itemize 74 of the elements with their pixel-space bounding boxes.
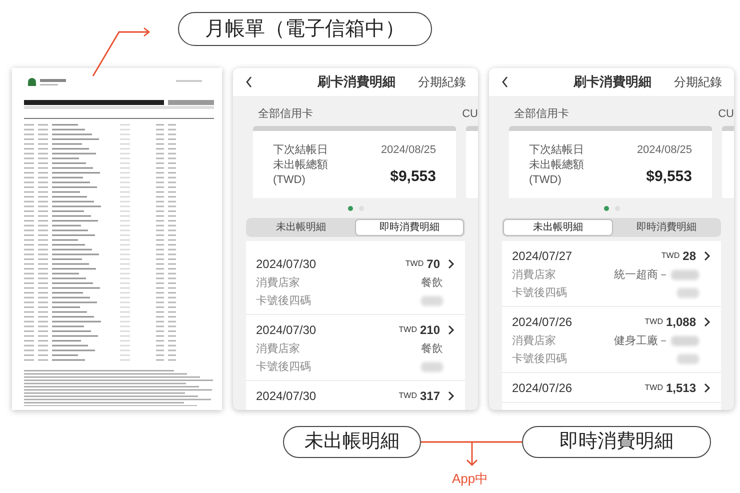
tab[interactable]: 未出帳明細	[247, 219, 354, 236]
merchant-name: 餐飲	[421, 276, 443, 290]
redacted-block	[677, 288, 699, 298]
chevron-right-icon	[447, 325, 455, 335]
installment-link[interactable]: 分期紀錄	[418, 73, 466, 91]
transaction-date: 2024/07/30	[256, 322, 316, 338]
tab[interactable]: 即時消費明細	[354, 219, 464, 236]
unbilled-amount: $9,553	[646, 167, 692, 187]
realtime-callout: 即時消費明細	[522, 426, 711, 458]
merchant-name: 統一超商－	[614, 268, 669, 282]
merchant-label: 消費店家	[512, 334, 556, 348]
card-label: CU	[718, 107, 734, 122]
transaction-date: 2024/07/26	[512, 380, 572, 396]
transaction-row[interactable]: 2024/07/30 TWD 210 消費店家 餐飲 卡號後四碼	[246, 315, 465, 381]
transaction-row[interactable]: 2024/07/26 TWD 1,088 消費店家 健身工廠－ 卡號後四碼	[502, 307, 721, 373]
transaction-row[interactable]: 2024/07/30 TWD 70 消費店家 餐飲 卡號後四碼	[246, 249, 465, 315]
tab[interactable]: 即時消費明細	[612, 219, 720, 236]
unbilled-amount-label: 未出帳總額	[529, 158, 584, 173]
currency-note: (TWD)	[529, 173, 562, 188]
unbilled-amount-label: 未出帳總額	[273, 158, 328, 173]
card-label: 全部信用卡	[514, 106, 569, 122]
transaction-amount: 210	[420, 322, 440, 338]
statement-callout: 月帳單（電子信箱中）	[178, 12, 432, 46]
installment-link[interactable]: 分期紀錄	[674, 73, 722, 91]
chevron-right-icon	[703, 383, 711, 393]
currency-code: TWD	[398, 390, 417, 402]
redacted-block	[421, 296, 443, 306]
back-icon	[245, 76, 253, 88]
currency-code: TWD	[405, 258, 424, 270]
back-icon	[501, 76, 509, 88]
closing-date-label: 下次結帳日	[529, 143, 584, 158]
card-digits-label: 卡號後四碼	[256, 360, 311, 374]
merchant-label: 消費店家	[256, 342, 300, 356]
tab[interactable]: 未出帳明細	[503, 219, 612, 236]
redacted-block	[421, 362, 443, 372]
chevron-right-icon	[703, 251, 711, 261]
closing-date: 2024/08/25	[636, 143, 692, 158]
card-label: CU	[462, 107, 478, 122]
card-digits-label: 卡號後四碼	[256, 294, 311, 308]
card-digits-label: 卡號後四碼	[512, 352, 567, 366]
transaction-date: 2024/07/30	[256, 256, 316, 272]
chevron-right-icon	[703, 317, 711, 327]
transaction-amount: 1,088	[666, 314, 696, 330]
unbilled-callout: 未出帳明細	[283, 426, 421, 458]
transaction-row[interactable]: 2024/07/27 TWD 28 消費店家 統一超商－ 卡號後四碼	[502, 241, 721, 307]
currency-code: TWD	[661, 250, 680, 262]
currency-code: TWD	[644, 316, 663, 328]
screen-title: 刷卡消費明細	[316, 73, 396, 92]
transaction-row[interactable]: 2024/07/26 TWD 1,513	[502, 373, 721, 403]
currency-code: TWD	[644, 382, 663, 394]
merchant-label: 消費店家	[256, 276, 300, 290]
currency-code: TWD	[398, 324, 417, 336]
closing-date-label: 下次結帳日	[273, 143, 328, 158]
transaction-date: 2024/07/26	[512, 314, 572, 330]
merchant-name: 餐飲	[421, 342, 443, 356]
screen-title: 刷卡消費明細	[572, 73, 652, 92]
chevron-right-icon	[447, 391, 455, 401]
card-digits-label: 卡號後四碼	[512, 286, 567, 300]
transaction-amount: 28	[682, 248, 696, 264]
transaction-date: 2024/07/27	[512, 248, 572, 264]
unbilled-amount: $9,553	[390, 167, 436, 187]
merchant-label: 消費店家	[512, 268, 556, 282]
transaction-row[interactable]: 2024/07/30 TWD 317	[246, 381, 465, 410]
redacted-block	[677, 354, 699, 364]
transaction-date: 2024/07/30	[256, 388, 316, 404]
closing-date: 2024/08/25	[380, 143, 436, 158]
transaction-amount: 70	[426, 256, 440, 272]
transaction-amount: 1,513	[666, 380, 696, 396]
merchant-name: 健身工廠－	[614, 334, 669, 348]
app-note: App中	[452, 470, 488, 488]
currency-note: (TWD)	[273, 173, 306, 188]
card-label: 全部信用卡	[258, 106, 313, 122]
chevron-right-icon	[447, 259, 455, 269]
transaction-amount: 317	[420, 388, 440, 404]
